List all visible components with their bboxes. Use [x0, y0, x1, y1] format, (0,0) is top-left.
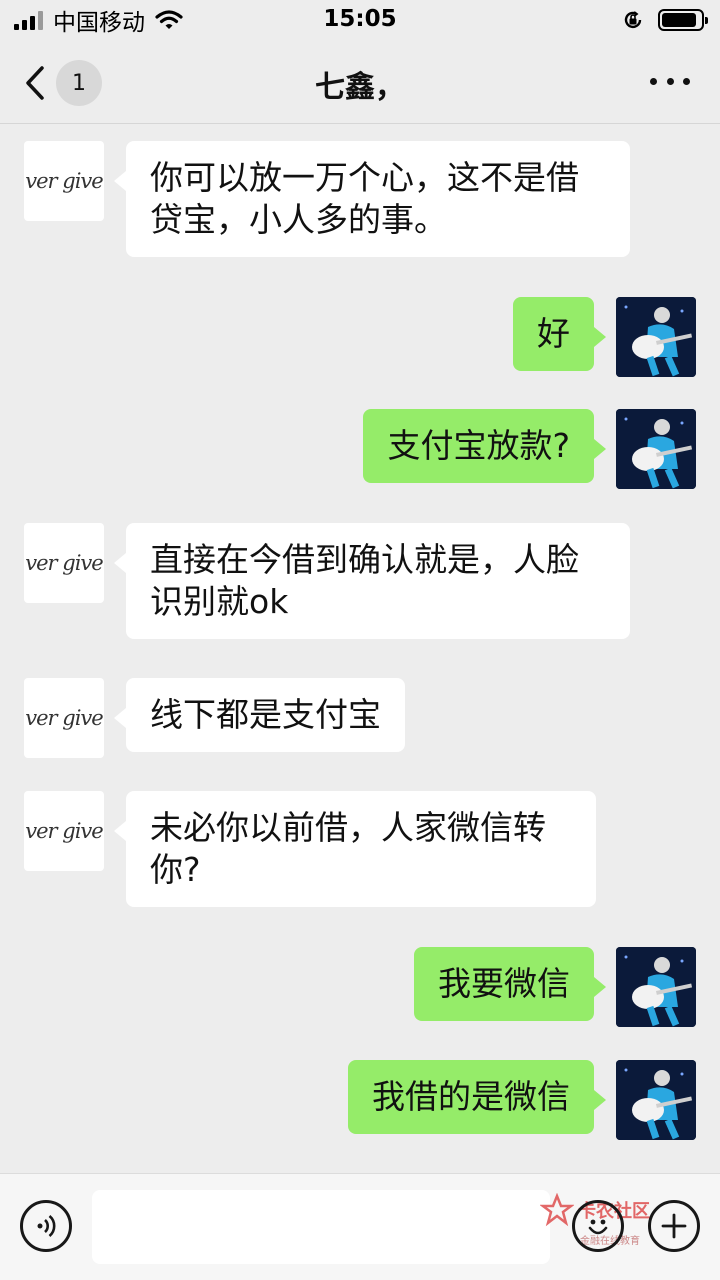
- avatar-text: ver give: [25, 551, 103, 575]
- sent-message[interactable]: 好: [513, 297, 606, 371]
- contact-avatar[interactable]: ver give: [24, 791, 104, 871]
- chat-title: 七鑫，: [315, 70, 405, 105]
- sent-message[interactable]: 我借的是微信: [348, 1060, 606, 1134]
- avatar-text: ver give: [25, 819, 103, 843]
- guitarist-avatar-image: [616, 1060, 696, 1140]
- more-icon-dot: [666, 77, 674, 85]
- message-text: 未必你以前借，人家微信转你?: [150, 808, 546, 889]
- message-text: 我借的是微信: [372, 1077, 570, 1116]
- received-message[interactable]: 直接在今借到确认就是，人脸识别就ok: [114, 523, 630, 639]
- voice-icon: [37, 1215, 56, 1237]
- guitarist-avatar-image: [616, 409, 696, 489]
- contact-avatar[interactable]: ver give: [24, 141, 104, 221]
- my-avatar[interactable]: [616, 947, 696, 1027]
- more-icon-dot: [683, 77, 690, 85]
- status-bar: 中国移动 15:05: [0, 0, 720, 40]
- input-bar: 卡农社区 金融在线教育: [0, 1173, 720, 1280]
- message-text: 支付宝放款?: [387, 426, 570, 465]
- voice-button[interactable]: [20, 1200, 72, 1252]
- avatar-text: ver give: [25, 169, 103, 193]
- emoji-icon: [588, 1219, 608, 1235]
- more-button[interactable]: [650, 66, 690, 96]
- status-right: [622, 6, 708, 34]
- watermark-logo-icon: [540, 1193, 574, 1227]
- status-time: 15:05: [323, 6, 397, 32]
- emoji-button[interactable]: [572, 1200, 624, 1252]
- message-text: 直接在今借到确认就是，人脸识别就ok: [150, 540, 579, 621]
- chat-area[interactable]: ver give 你可以放一万个心，这不是借贷宝，小人多的事。 好 支付宝放款?…: [0, 125, 720, 1173]
- my-avatar[interactable]: [616, 297, 696, 377]
- nav-bar: 1 七鑫，: [0, 40, 720, 124]
- sent-message[interactable]: 支付宝放款?: [363, 409, 606, 483]
- message-text: 我要微信: [438, 964, 570, 1003]
- guitarist-avatar-image: [616, 947, 696, 1027]
- message-input[interactable]: [92, 1190, 550, 1264]
- battery-icon: [658, 9, 708, 31]
- received-message[interactable]: 你可以放一万个心，这不是借贷宝，小人多的事。: [114, 141, 630, 257]
- contact-avatar[interactable]: ver give: [24, 523, 104, 603]
- plus-button[interactable]: [648, 1200, 700, 1252]
- plus-icon: [661, 1213, 687, 1239]
- sent-message[interactable]: 我要微信: [414, 947, 606, 1021]
- guitarist-avatar-image: [616, 297, 696, 377]
- received-message[interactable]: 未必你以前借，人家微信转你?: [114, 791, 596, 907]
- message-text: 你可以放一万个心，这不是借贷宝，小人多的事。: [150, 158, 579, 239]
- avatar-text: ver give: [25, 706, 103, 730]
- more-icon: [650, 77, 657, 85]
- message-text: 线下都是支付宝: [150, 695, 381, 734]
- contact-avatar[interactable]: ver give: [24, 678, 104, 758]
- orientation-lock-icon: [624, 11, 642, 29]
- received-message[interactable]: 线下都是支付宝: [114, 678, 405, 752]
- my-avatar[interactable]: [616, 1060, 696, 1140]
- my-avatar[interactable]: [616, 409, 696, 489]
- message-text: 好: [537, 314, 570, 353]
